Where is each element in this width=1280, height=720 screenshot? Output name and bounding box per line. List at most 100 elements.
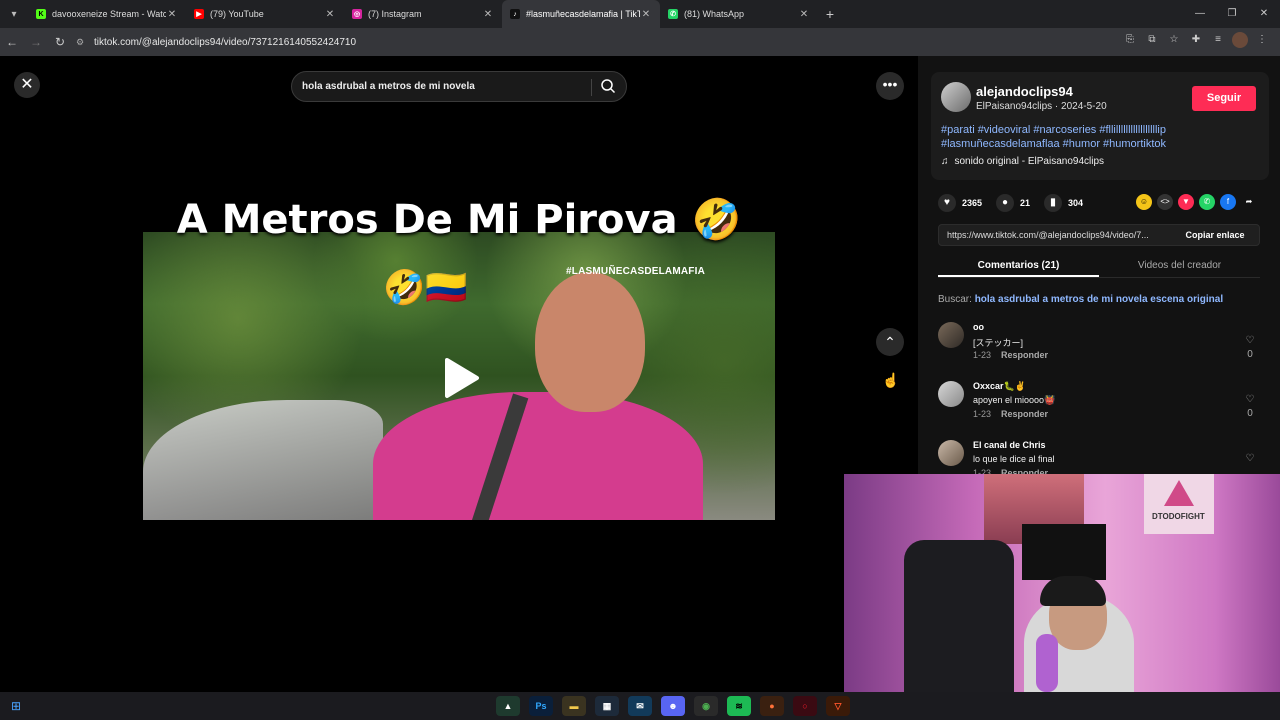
- brave-icon[interactable]: ▽: [826, 696, 850, 716]
- forward-icon[interactable]: →: [24, 35, 48, 49]
- music-note-icon: ♫: [941, 156, 949, 167]
- play-icon[interactable]: [441, 356, 481, 400]
- firefox-icon[interactable]: ●: [760, 696, 784, 716]
- taskbar-apps: ▲ Ps ▬ ▦ ✉ ☻ ◉ ≋ ● ○ ▽: [496, 696, 850, 716]
- tab-title: davooxeneize Stream - Watch L: [52, 9, 166, 19]
- share-arrow-icon[interactable]: ➦: [1241, 194, 1257, 210]
- whatsapp-share-icon[interactable]: ✆: [1199, 194, 1215, 210]
- browser-tab-youtube[interactable]: ▶ (79) YouTube ✕: [186, 0, 344, 28]
- save-button[interactable]: ▮ 304: [1044, 194, 1083, 212]
- tab-creator-videos[interactable]: Videos del creador: [1099, 256, 1260, 277]
- search-divider: [591, 79, 592, 96]
- instagram-icon: ◎: [352, 9, 362, 19]
- comment-username[interactable]: Oxxcar🐛✌: [973, 381, 1026, 392]
- minimize-icon[interactable]: —: [1184, 0, 1216, 28]
- avatar[interactable]: [938, 381, 964, 407]
- eye-triangle-icon: [1164, 480, 1194, 506]
- whatsapp-icon: ✆: [668, 9, 678, 19]
- related-search-label: Buscar:: [938, 294, 972, 305]
- share-link-field[interactable]: https://www.tiktok.com/@alejandoclips94/…: [938, 224, 1260, 246]
- creator-username[interactable]: alejandoclips94: [976, 84, 1073, 99]
- embed-icon[interactable]: <>: [1157, 194, 1173, 210]
- folder-icon[interactable]: ▬: [562, 696, 586, 716]
- send-icon[interactable]: ▼: [1178, 194, 1194, 210]
- wall-poster-eye: [1144, 474, 1214, 534]
- browser-menu-icon[interactable]: ⋮: [1254, 32, 1270, 48]
- close-tab-icon[interactable]: ✕: [482, 9, 494, 20]
- comment-username[interactable]: El canal de Chris: [973, 440, 1046, 450]
- person-head: [535, 272, 645, 412]
- avatar[interactable]: [938, 440, 964, 466]
- comment-date: 1-23: [973, 350, 992, 360]
- extension-toolbar: ⎘ ⧉ ☆ ✚ ≡ ⋮: [1122, 32, 1270, 48]
- comment-count: 21: [1020, 198, 1031, 208]
- profile-avatar-icon[interactable]: [1232, 32, 1248, 48]
- heart-outline-icon: ♡: [1245, 335, 1255, 346]
- extensions-icon[interactable]: ✚: [1188, 32, 1204, 48]
- search-input[interactable]: hola asdrubal a metros de mi novela: [291, 71, 627, 102]
- video-player[interactable]: hola asdrubal a metros de mi novela #LAS…: [141, 60, 777, 692]
- tab-search-icon[interactable]: ▾: [0, 0, 28, 28]
- reading-list-icon[interactable]: ≡: [1210, 32, 1226, 48]
- search-query-text: hola asdrubal a metros de mi novela: [302, 81, 475, 92]
- reply-button[interactable]: Responder: [1001, 350, 1048, 360]
- close-tab-icon[interactable]: ✕: [166, 9, 178, 20]
- avatar[interactable]: [941, 82, 971, 112]
- comment-username[interactable]: oo: [973, 322, 984, 332]
- save-count: 304: [1068, 198, 1084, 208]
- related-search[interactable]: Buscar: hola asdrubal a metros de mi nov…: [938, 294, 1223, 305]
- bookmark-star-icon[interactable]: ☆: [1166, 32, 1182, 48]
- browser-tab-kick[interactable]: K davooxeneize Stream - Watch L ✕: [28, 0, 186, 28]
- browser-tab-instagram[interactable]: ◎ (7) Instagram ✕: [344, 0, 502, 28]
- site-info-icon[interactable]: ⚙: [76, 37, 90, 48]
- install-app-icon[interactable]: ⧉: [1144, 32, 1160, 48]
- store-icon[interactable]: ▦: [595, 696, 619, 716]
- comment-like-button[interactable]: ♡ 0: [1240, 393, 1260, 421]
- heart-icon: ♥: [938, 194, 956, 212]
- facebook-icon[interactable]: f: [1220, 194, 1236, 210]
- back-icon[interactable]: ←: [0, 35, 24, 49]
- close-tab-icon[interactable]: ✕: [324, 9, 336, 20]
- translate-icon[interactable]: ⎘: [1122, 32, 1138, 48]
- chrome-icon[interactable]: ◉: [694, 696, 718, 716]
- follow-button[interactable]: Seguir: [1192, 86, 1256, 111]
- photoshop-icon[interactable]: Ps: [529, 696, 553, 716]
- browser-tab-whatsapp[interactable]: ✆ (81) WhatsApp ✕: [660, 0, 818, 28]
- copy-link-button[interactable]: Copiar enlace: [1171, 230, 1259, 240]
- hand-cursor-icon: ☝: [882, 372, 900, 388]
- list-item: oo [ステッカー] 1-23 Responder ♡ 0: [938, 320, 1260, 379]
- previous-video-icon[interactable]: ⌃: [876, 328, 904, 356]
- opera-icon[interactable]: ○: [793, 696, 817, 716]
- app-icon[interactable]: ▲: [496, 696, 520, 716]
- avatar[interactable]: [938, 322, 964, 348]
- comment-like-button[interactable]: ♡ 0: [1240, 334, 1260, 362]
- reply-button[interactable]: Responder: [1001, 409, 1048, 419]
- spotify-icon[interactable]: ≋: [727, 696, 751, 716]
- browser-tab-tiktok[interactable]: ♪ #lasmuñecasdelamafia | TikTok ✕: [502, 0, 660, 28]
- like-button[interactable]: ♥ 2365: [938, 194, 982, 212]
- new-tab-icon[interactable]: +: [818, 6, 842, 22]
- discord-icon[interactable]: ☻: [661, 696, 685, 716]
- related-search-query[interactable]: hola asdrubal a metros de mi novela esce…: [975, 294, 1223, 305]
- comment-like-button[interactable]: ♡: [1240, 452, 1260, 466]
- mail-icon[interactable]: ✉: [628, 696, 652, 716]
- close-tab-icon[interactable]: ✕: [798, 9, 810, 20]
- maximize-icon[interactable]: ❐: [1216, 0, 1248, 28]
- comment-button[interactable]: ● 21: [996, 194, 1030, 212]
- url-field[interactable]: ⚙ tiktok.com/@alejandoclips94/video/7371…: [76, 32, 1076, 52]
- emoji-share-icon[interactable]: ☺: [1136, 194, 1152, 210]
- comment-icon: ●: [996, 194, 1015, 212]
- windows-start-icon[interactable]: ⊞: [0, 699, 32, 713]
- reload-icon[interactable]: ↻: [48, 35, 72, 49]
- search-icon[interactable]: [600, 78, 616, 94]
- close-icon[interactable]: ✕: [14, 72, 40, 98]
- tab-comments[interactable]: Comentarios (21): [938, 256, 1099, 277]
- comment-text: [ステッカー]: [973, 338, 1024, 348]
- more-options-icon[interactable]: •••: [876, 72, 904, 100]
- sound-link[interactable]: ♫ sonido original - ElPaisano94clips: [941, 156, 1104, 167]
- video-description[interactable]: #parati #videoviral #narcoseries #fllill…: [941, 123, 1266, 151]
- gaming-chair: [904, 540, 1014, 692]
- comment-meta: 1-23 Responder: [973, 409, 1048, 419]
- close-tab-icon[interactable]: ✕: [640, 9, 652, 20]
- close-window-icon[interactable]: ✕: [1248, 0, 1280, 28]
